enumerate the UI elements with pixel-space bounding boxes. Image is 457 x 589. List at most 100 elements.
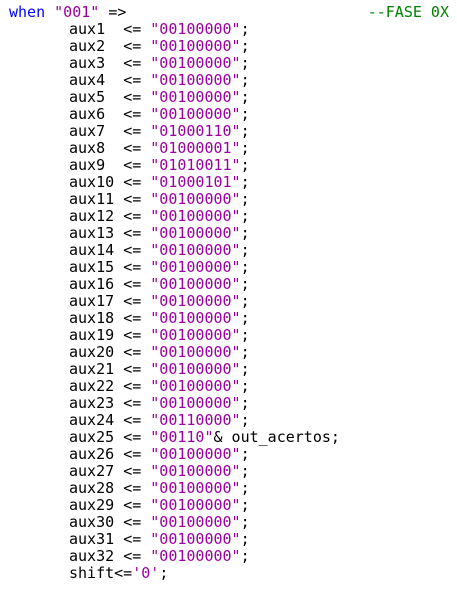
assigned-value: "01000001"	[150, 139, 241, 157]
assignment-line: aux17 <= "00100000";	[0, 293, 457, 310]
statement-end: ;	[240, 88, 250, 106]
assign-operator: <=	[123, 258, 151, 276]
assigned-value: "00100000"	[150, 360, 241, 378]
signal-name: aux16	[69, 275, 124, 293]
signal-name: aux10	[69, 173, 124, 191]
statement-end: ;	[240, 275, 250, 293]
case-selector-literal: "001"	[54, 3, 100, 21]
assigned-value: "00100000"	[150, 326, 241, 344]
assignment-line: aux31 <= "00100000";	[0, 531, 457, 548]
assignment-list: aux1 <= "00100000"; aux2 <= "00100000"; au…	[0, 21, 457, 565]
signal-name: aux27	[69, 462, 124, 480]
signal-name: aux17	[69, 292, 124, 310]
statement-end: ;	[240, 37, 250, 55]
assignment-line: aux6 <= "00100000";	[0, 106, 457, 123]
assign-operator: <=	[123, 547, 151, 565]
assign-operator: <=	[123, 275, 151, 293]
when-keyword: when	[9, 3, 46, 21]
assignment-line: aux21 <= "00100000";	[0, 361, 457, 378]
signal-name: aux32	[69, 547, 124, 565]
assignment-line: aux19 <= "00100000";	[0, 327, 457, 344]
assignment-line: aux13 <= "00100000";	[0, 225, 457, 242]
statement-end: ;	[240, 496, 250, 514]
signal-name: aux29	[69, 496, 124, 514]
signal-name: aux26	[69, 445, 124, 463]
assigned-value: "00110000"	[150, 411, 241, 429]
assignment-line: aux23 <= "00100000";	[0, 395, 457, 412]
assigned-value: "00100000"	[150, 190, 241, 208]
assign-operator: <=	[123, 241, 151, 259]
statement-end: ;	[240, 122, 250, 140]
assignment-line: aux7 <= "01000110";	[0, 123, 457, 140]
statement-end: ;	[240, 377, 250, 395]
signal-name: aux13	[69, 224, 124, 242]
assigned-value: "00100000"	[150, 258, 241, 276]
signal-name: aux15	[69, 258, 124, 276]
assignment-line: aux22 <= "00100000";	[0, 378, 457, 395]
statement-end: ;	[240, 462, 250, 480]
assigned-value: "00100000"	[150, 547, 241, 565]
assign-operator: <=	[123, 462, 151, 480]
assigned-value: "00100000"	[150, 88, 241, 106]
assigned-value: "00100000"	[150, 377, 241, 395]
statement-end: ;	[240, 360, 250, 378]
assign-operator: <=	[123, 88, 151, 106]
assign-operator: <=	[123, 530, 151, 548]
signal-name: aux18	[69, 309, 124, 327]
assignment-line: aux2 <= "00100000";	[0, 38, 457, 55]
assigned-value: "00100000"	[150, 224, 241, 242]
statement-end: ;	[159, 564, 169, 582]
assign-operator: <=	[123, 173, 151, 191]
statement-end: ;	[240, 20, 250, 38]
assignment-line: aux4 <= "00100000";	[0, 72, 457, 89]
when-clause-line: when "001" => --FASE 0X	[0, 4, 457, 21]
assigned-value: "00100000"	[150, 343, 241, 361]
signal-name: aux2	[69, 37, 124, 55]
assign-operator: <=	[123, 54, 151, 72]
signal-name: aux25	[69, 428, 124, 446]
assigned-value: "00100000"	[150, 479, 241, 497]
assignment-line: aux29 <= "00100000";	[0, 497, 457, 514]
assigned-value: "00100000"	[150, 309, 241, 327]
assignment-line: aux15 <= "00100000";	[0, 259, 457, 276]
statement-end: ;	[240, 173, 250, 191]
phase-comment: --FASE 0X	[367, 3, 449, 21]
statement-end: ;	[240, 547, 250, 565]
signal-name: aux5	[69, 88, 124, 106]
assignment-line: aux18 <= "00100000";	[0, 310, 457, 327]
assign-operator: <=	[123, 377, 151, 395]
signal-name: aux30	[69, 513, 124, 531]
signal-name: aux4	[69, 71, 124, 89]
assigned-value: "00100000"	[150, 275, 241, 293]
statement-end: ;	[240, 224, 250, 242]
statement-end: ;	[240, 71, 250, 89]
signal-name: aux8	[69, 139, 124, 157]
statement-end: ;	[240, 292, 250, 310]
assignment-line: aux27 <= "00100000";	[0, 463, 457, 480]
code-editor[interactable]: when "001" => --FASE 0X aux1 <= "00100000…	[0, 4, 457, 582]
statement-end: ;	[240, 326, 250, 344]
assigned-value: "00100000"	[150, 37, 241, 55]
assignment-line: aux5 <= "00100000";	[0, 89, 457, 106]
signal-name: aux19	[69, 326, 124, 344]
signal-name: aux28	[69, 479, 124, 497]
signal-name: aux23	[69, 394, 124, 412]
assigned-value: "00100000"	[150, 20, 241, 38]
assigned-value: "00100000"	[150, 445, 241, 463]
assigned-value: "00100000"	[150, 462, 241, 480]
shift-assignment-line: shift<='0';	[0, 565, 457, 582]
assigned-value: "00100000"	[150, 292, 241, 310]
signal-name: aux12	[69, 207, 124, 225]
assignment-line: aux28 <= "00100000";	[0, 480, 457, 497]
assign-operator: <=	[123, 496, 151, 514]
assignment-line: aux14 <= "00100000";	[0, 242, 457, 259]
signal-name: aux22	[69, 377, 124, 395]
assign-operator: <=	[123, 207, 151, 225]
assign-operator: <=	[123, 292, 151, 310]
assign-operator: <=	[123, 479, 151, 497]
assigned-value: "00100000"	[150, 71, 241, 89]
assign-operator: <=	[123, 411, 151, 429]
assigned-value: "00100000"	[150, 207, 241, 225]
signal-name: aux21	[69, 360, 124, 378]
assignment-line: aux20 <= "00100000";	[0, 344, 457, 361]
